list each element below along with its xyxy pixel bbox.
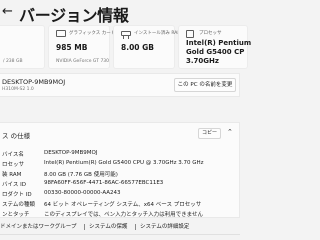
graphics-card: グラフィックス カード 985 MB NVIDIA GeForce GT 730 xyxy=(48,25,115,69)
spec-value-product-id: 00330-80000-00000-AA243 xyxy=(44,190,121,196)
copy-specs-button[interactable]: コピー xyxy=(198,128,221,139)
spec-label-device-name: バイス名 xyxy=(2,152,24,158)
device-model: H310M-S2 1.0 xyxy=(2,87,34,92)
spec-value-ram: 8.00 GB (7.76 GB 使用可能) xyxy=(44,172,118,178)
graphics-card-heading: グラフィックス カード xyxy=(69,31,116,36)
graphics-memory-value: 985 MB xyxy=(56,43,88,52)
ram-card-heading: インストール済み RAM xyxy=(134,31,182,36)
spec-label-device-id: バイス ID xyxy=(2,182,26,188)
back-arrow-icon[interactable]: ← xyxy=(2,4,18,20)
spec-value-device-id: 98FA60FF-656F-4471-86AC-66577EBC11E3 xyxy=(44,180,164,186)
processor-line-3: 3.70GHz xyxy=(186,57,219,65)
graphics-card-name: NVIDIA GeForce GT 730 xyxy=(56,59,110,64)
storage-total-text: / 238 GB xyxy=(3,59,23,64)
page-title: バージョン情報 xyxy=(19,6,129,25)
processor-icon xyxy=(186,30,194,38)
device-specs-heading: ス の仕様 xyxy=(2,132,31,140)
ram-card: インストール済み RAM 8.00 GB xyxy=(113,25,181,69)
link-advanced-settings[interactable]: システムの詳細設定 xyxy=(140,222,189,230)
spec-label-system-type: ステムの種類 xyxy=(2,202,35,208)
ram-value: 8.00 GB xyxy=(121,43,154,52)
processor-line-1: Intel(R) Pentium xyxy=(186,39,252,47)
link-domain-workgroup[interactable]: ドメインまたはワークグループ xyxy=(0,222,76,230)
processor-value: Intel(R) Pentium Gold G5400 CP 3.70GHz xyxy=(186,39,251,66)
ram-icon xyxy=(121,31,131,38)
spec-value-device-name: DESKTOP-9MB9MOJ xyxy=(44,150,98,156)
related-links: ドメインまたはワークグループ システムの保護 システムの詳細設定 xyxy=(0,222,240,232)
spec-value-pen-touch: このディスプレイでは、ペン入力とタッチ入力は利用できません xyxy=(44,212,203,218)
divider xyxy=(0,234,240,235)
chevron-up-icon[interactable]: ⌃ xyxy=(227,128,233,136)
device-hostname: DESKTOP-9MB9MOJ xyxy=(2,78,66,86)
spec-value-system-type: 64 ビット オペレーティング システム、x64 ベース プロセッサ xyxy=(44,202,202,208)
spec-label-product-id: ロダクト ID xyxy=(2,192,32,198)
rename-pc-button[interactable]: この PC の名前を変更 xyxy=(174,78,236,92)
graphics-card-icon xyxy=(56,30,66,37)
spec-label-processor: ロセッサ xyxy=(2,162,25,168)
processor-line-2: Gold G5400 CP xyxy=(186,48,245,56)
link-system-protection[interactable]: システムの保護 xyxy=(89,222,127,230)
link-separator xyxy=(135,224,136,230)
link-separator xyxy=(84,224,85,230)
storage-card: / 238 GB xyxy=(0,25,45,69)
spec-label-ram: 装 RAM xyxy=(2,172,22,178)
processor-card: プロセッサ Intel(R) Pentium Gold G5400 CP 3.7… xyxy=(178,25,251,69)
spec-value-processor: Intel(R) Pentium(R) Gold G5400 CPU @ 3.7… xyxy=(44,160,204,166)
spec-label-pen-touch: ンとタッチ xyxy=(2,212,30,218)
processor-card-heading: プロセッサ xyxy=(199,31,222,36)
